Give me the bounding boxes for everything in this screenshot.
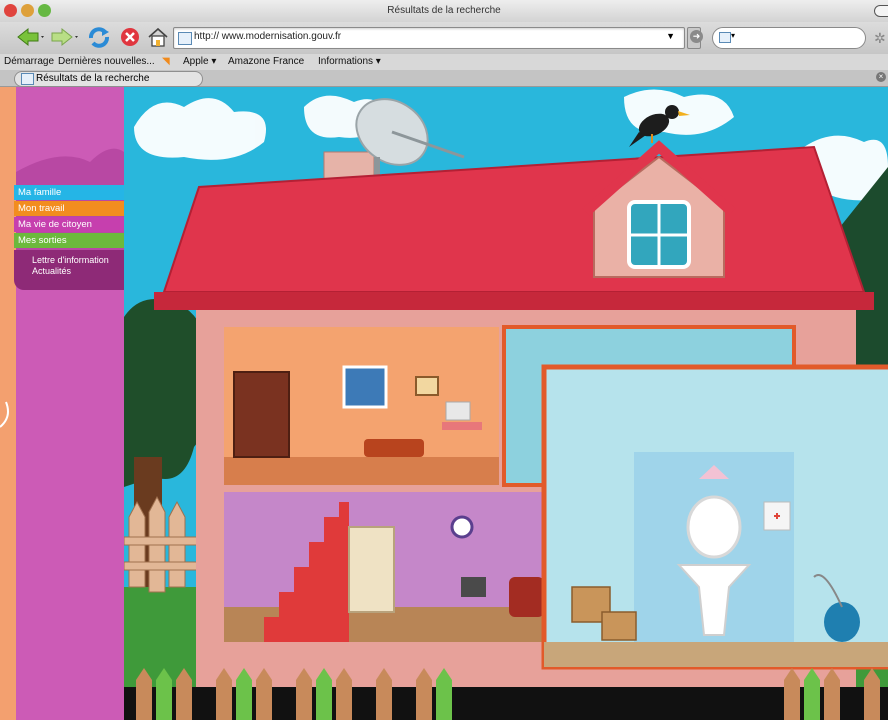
office-desk — [442, 422, 482, 430]
nav-ma-famille[interactable]: Ma famille — [14, 185, 124, 200]
office-window — [342, 365, 388, 409]
office-frame — [415, 376, 439, 396]
stop-icon — [121, 28, 139, 46]
television — [461, 577, 486, 597]
office-floor — [224, 457, 499, 485]
address-text: http:// www.modernisation.gouv.fr — [194, 31, 342, 42]
tab-resultats[interactable]: Résultats de la recherche — [14, 71, 203, 87]
office-sofa — [364, 439, 424, 457]
forward-button[interactable] — [50, 26, 80, 48]
search-field[interactable]: ▾ — [712, 27, 866, 49]
sidebar-curl-decoration — [0, 401, 9, 428]
bathroom-floor — [544, 642, 888, 667]
bookmark-informations-label: Informations — [318, 56, 374, 67]
reload-button[interactable] — [86, 26, 112, 48]
tab-bar: Résultats de la recherche × — [0, 70, 888, 87]
nav-mon-travail-label: Mon travail — [18, 203, 65, 214]
nav-actualites[interactable]: Actualités — [32, 266, 71, 276]
roof-eave — [154, 292, 874, 310]
tab-favicon-icon — [21, 73, 34, 85]
newsletter-box: Lettre d'information Actualités — [14, 250, 124, 290]
home-button[interactable] — [146, 26, 170, 48]
nav-mon-travail[interactable]: Mon travail — [14, 201, 124, 216]
nav-mes-sorties-label: Mes sorties — [18, 235, 67, 246]
bookmark-dernieres-nouvelles[interactable]: Dernières nouvelles... — [58, 56, 155, 67]
stop-button[interactable] — [118, 26, 142, 48]
nav-ma-vie-de-citoyen[interactable]: Ma vie de citoyen — [14, 217, 124, 232]
address-bar[interactable]: http:// www.modernisation.gouv.fr ▼ — [173, 27, 701, 49]
nav-ma-vie-de-citoyen-label: Ma vie de citoyen — [18, 219, 92, 230]
bookmark-amazone-france[interactable]: Amazone France — [228, 56, 304, 67]
vacuum-cleaner — [824, 602, 860, 642]
settings-gear-icon[interactable]: ✲ — [874, 30, 886, 47]
bookshelf — [233, 371, 290, 458]
window-titlebar: Résultats de la recherche — [0, 0, 888, 23]
house-illustration — [124, 87, 888, 720]
window-title: Résultats de la recherche — [387, 5, 501, 16]
back-arrow-icon — [17, 27, 44, 47]
reload-icon — [89, 27, 109, 48]
home-icon — [148, 27, 168, 47]
nav-lettre-information[interactable]: Lettre d'information — [32, 255, 109, 265]
back-button[interactable] — [16, 26, 46, 48]
bookmark-informations[interactable]: Informations ▾ — [318, 56, 381, 67]
house-scene-svg — [124, 87, 888, 720]
site-sidebar: Ma famille Mon travail Ma vie de citoyen… — [0, 87, 124, 720]
tab-close-icon[interactable]: × — [876, 72, 886, 82]
url-history-dropdown[interactable]: ▼ — [666, 31, 675, 41]
toolbar-toggle-button[interactable] — [874, 5, 888, 17]
armchair — [509, 577, 544, 617]
tab-label: Résultats de la recherche — [36, 73, 150, 84]
nav-ma-famille-label: Ma famille — [18, 187, 62, 198]
search-engine-dropdown[interactable]: ▾ — [731, 31, 735, 40]
computer-monitor — [445, 401, 471, 421]
bookmark-demarrage[interactable]: Démarrage — [4, 56, 54, 67]
room-door — [348, 526, 395, 613]
browser-toolbar: http:// www.modernisation.gouv.fr ▼ ➜ ▾ … — [0, 22, 888, 54]
forward-arrow-icon — [51, 27, 78, 47]
cardboard-box-2 — [601, 611, 637, 641]
bookmark-apple-label: Apple — [183, 56, 209, 67]
wall-clock-icon — [450, 515, 474, 539]
page-favicon-icon — [178, 32, 192, 45]
go-button[interactable]: ➜ — [690, 30, 703, 43]
bookmarks-bar: Démarrage Dernières nouvelles... ◥ Apple… — [0, 54, 888, 70]
search-engine-icon — [719, 32, 731, 43]
nav-mes-sorties[interactable]: Mes sorties — [14, 233, 124, 248]
bathroom-mirror — [686, 495, 742, 559]
bookmark-apple[interactable]: Apple ▾ — [183, 56, 216, 67]
rss-feed-icon: ◥ — [162, 56, 170, 67]
